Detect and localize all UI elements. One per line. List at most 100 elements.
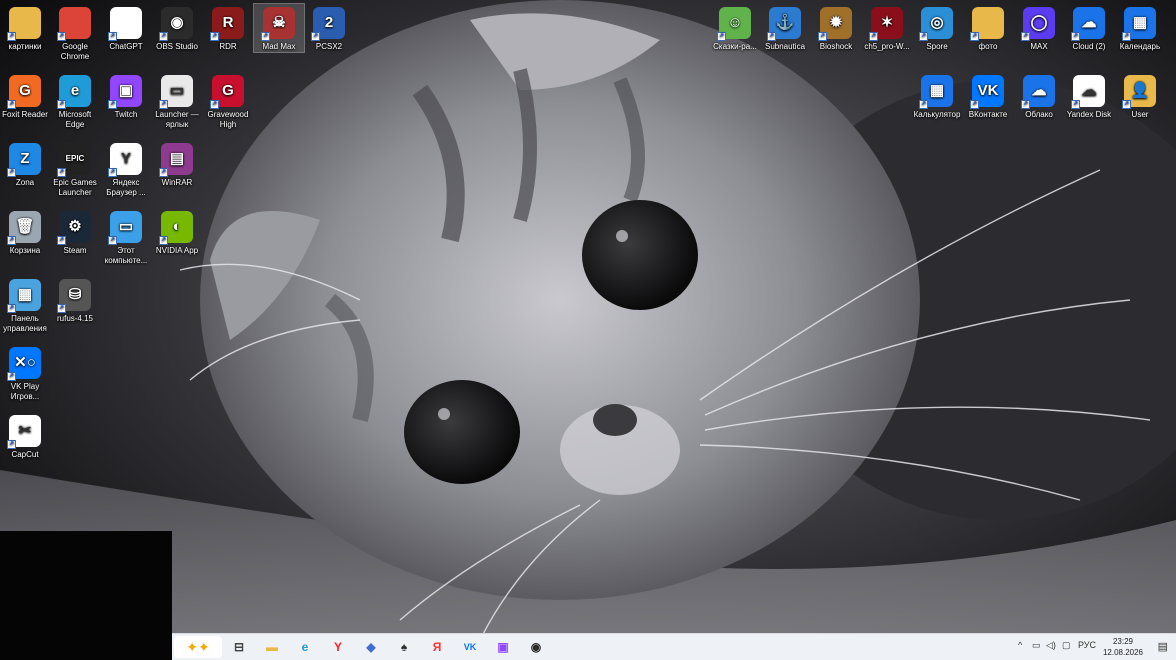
desktop-icon-gravewood[interactable]: G ↗ Gravewood High [203, 72, 253, 130]
desktop-icon-label: ch5_pro-W... [864, 42, 910, 51]
desktop-icon-cloud2[interactable]: ☁ ↗ Cloud (2) [1064, 4, 1114, 52]
taskbar-app-store[interactable]: ◆ [360, 638, 382, 656]
gravewood-icon: G ↗ [210, 75, 244, 109]
desktop-icon-label: Gravewood High [207, 110, 249, 129]
chevron-up-icon[interactable]: ^ [1018, 640, 1022, 650]
cloud-icon: ☁ ↗ [1071, 7, 1105, 41]
vk-icon: VK [463, 642, 477, 652]
epic-icon: EPIC ↗ [57, 143, 91, 177]
copilot-search-button[interactable]: ✦✦ [174, 636, 222, 658]
taskbar-app-task-view[interactable]: ⊟ [228, 638, 250, 656]
desktop-icon-ch5pro[interactable]: ✶ ↗ ch5_pro-W... [862, 4, 912, 52]
desktop-icon-launcher[interactable]: ▭ ↗ Launcher — ярлык [152, 72, 202, 130]
shortcut-arrow-icon: ↗ [970, 100, 979, 109]
desktop-icon-kartinki[interactable]: ↗ картинки [0, 4, 50, 52]
clock-date[interactable]: 12.08.2026 [1098, 648, 1148, 657]
desktop-icon-label: Панель управления [3, 314, 47, 333]
desktop-icon-label: PCSX2 [315, 42, 343, 51]
taskbar-app-solitaire[interactable]: ♠ [393, 638, 415, 656]
capcut-icon: ✂ ↗ [7, 415, 41, 449]
desktop-icon-label: ВКонтакте [968, 110, 1008, 119]
yandex-browser-icon: Я [432, 640, 442, 654]
clock-time[interactable]: 23:29 [1098, 637, 1148, 646]
desktop-icon-spore[interactable]: ◎ ↗ Spore [912, 4, 962, 52]
desktop-icon-obs[interactable]: ◉ ↗ OBS Studio [152, 4, 202, 52]
desktop-icon-label: Mad Max [262, 42, 296, 51]
desktop-icon-foto[interactable]: ↗ фото [963, 4, 1013, 52]
desktop-icon-max[interactable]: ◯ ↗ MAX [1014, 4, 1064, 52]
desktop-icon-rdr[interactable]: R ↗ RDR [203, 4, 253, 52]
shortcut-arrow-icon: ↗ [7, 32, 16, 41]
desktop-icon-label: Foxit Reader [2, 110, 48, 119]
vkplay-icon: ✕○ ↗ [7, 347, 41, 381]
language-indicator[interactable]: РУС [1078, 640, 1096, 650]
desktop-icon-twitch[interactable]: ▣ ↗ Twitch [101, 72, 151, 120]
desktop-icon-rufus[interactable]: ⛁ ↗ rufus-4.15 [50, 276, 100, 324]
launcher-icon: ▭ ↗ [159, 75, 193, 109]
desktop-icon-label: Yandex Disk [1066, 110, 1112, 119]
steam-icon: ⚙ ↗ [57, 211, 91, 245]
desktop-icon-edge[interactable]: e ↗ Microsoft Edge [50, 72, 100, 130]
yandex-icon: Y ↗ [108, 143, 142, 177]
folder-icon: ↗ [7, 7, 41, 41]
shortcut-arrow-icon: ↗ [159, 168, 168, 177]
desktop-icon-yandex-browser[interactable]: Y ↗ Яндекс Браузер ... [101, 140, 151, 198]
desktop-icon-trash[interactable]: 🗑 ↗ Корзина [0, 208, 50, 256]
desktop-icon-oblako[interactable]: ☁ ↗ Облако [1014, 72, 1064, 120]
shortcut-arrow-icon: ↗ [1021, 100, 1030, 109]
desktop-icon-epic[interactable]: EPIC ↗ Epic Games Launcher [50, 140, 100, 198]
taskbar-app-obs[interactable]: ◉ [525, 638, 547, 656]
desktop-icon-vkplay[interactable]: ✕○ ↗ VK Play Игров... [0, 344, 50, 402]
desktop-icon-capcut[interactable]: ✂ ↗ CapCut [0, 412, 50, 460]
desktop-icon-chrome[interactable]: ↗ Google Chrome [50, 4, 100, 62]
shortcut-arrow-icon: ↗ [57, 100, 66, 109]
shortcut-arrow-icon: ↗ [311, 32, 320, 41]
desktop-icon-zona[interactable]: Z ↗ Zona [0, 140, 50, 188]
desktop-icon-calendar[interactable]: ▦ ↗ Календарь [1115, 4, 1165, 52]
desktop-icon-foxit[interactable]: G ↗ Foxit Reader [0, 72, 50, 120]
desktop-icon-label: CapCut [11, 450, 39, 459]
taskbar-app-twitch[interactable]: ▣ [492, 638, 514, 656]
network-icon[interactable]: ▢ [1062, 640, 1071, 651]
desktop-icon-skazki[interactable]: ☺ ↗ Сказки-ра... [710, 4, 760, 52]
desktop-icon-label: Twitch [114, 110, 138, 119]
volume-icon[interactable]: ◁) [1046, 640, 1056, 651]
desktop-icon-bioshock[interactable]: ✹ ↗ Bioshock [811, 4, 861, 52]
calculator-icon: ▦ ↗ [919, 75, 953, 109]
shortcut-arrow-icon: ↗ [210, 100, 219, 109]
taskbar-app-vk[interactable]: VK [459, 638, 481, 656]
shortcut-arrow-icon: ↗ [159, 100, 168, 109]
taskbar-app-yabrowser[interactable]: Я [426, 638, 448, 656]
desktop-icon-nvidia[interactable]: ◐ ↗ NVIDIA App [152, 208, 202, 256]
desktop-icon-madmax[interactable]: ☠ ↗ Mad Max [253, 3, 305, 53]
shortcut-arrow-icon: ↗ [210, 32, 219, 41]
desktop-icon-label: WinRAR [161, 178, 193, 187]
battery-icon[interactable]: ▭ [1032, 640, 1041, 651]
desktop-icon-subnautica[interactable]: ⚓ ↗ Subnautica [760, 4, 810, 52]
desktop-icon-vk[interactable]: VK ↗ ВКонтакте [963, 72, 1013, 120]
desktop-icon-label: Яндекс Браузер ... [106, 178, 146, 197]
taskbar-app-edge[interactable]: e [294, 638, 316, 656]
shortcut-arrow-icon: ↗ [57, 236, 66, 245]
desktop-icon-calculator[interactable]: ▦ ↗ Калькулятор [912, 72, 962, 120]
taskbar-app-yandex[interactable]: Y [327, 638, 349, 656]
desktop-icon-pcsx2[interactable]: 2 ↗ PCSX2 [304, 4, 354, 52]
desktop-icon-panel[interactable]: ▦ ↗ Панель управления [0, 276, 50, 334]
chrome-icon: ↗ [57, 7, 91, 41]
skull-icon: ☠ ↗ [261, 7, 295, 41]
desktop-icon-user[interactable]: 👤 ↗ User [1115, 72, 1165, 120]
desktop-icon-winrar[interactable]: ▤ ↗ WinRAR [152, 140, 202, 188]
notifications-icon[interactable]: ▤ [1158, 640, 1168, 653]
desktop-icon-label: Календарь [1119, 42, 1161, 51]
taskbar-app-explorer[interactable]: ▬ [261, 638, 283, 656]
max-icon: ◯ ↗ [1021, 7, 1055, 41]
computer-icon: ▭ ↗ [108, 211, 142, 245]
desktop-icon-chatgpt[interactable]: ↗ ChatGPT [101, 4, 151, 52]
shortcut-arrow-icon: ↗ [1021, 32, 1030, 41]
desktop-icon-yadisk[interactable]: ☁ ↗ Yandex Disk [1064, 72, 1114, 120]
desktop-icon-thispc[interactable]: ▭ ↗ Этот компьюте... [101, 208, 151, 266]
rdr-icon: R ↗ [210, 7, 244, 41]
desktop-icon-label: VK Play Игров... [10, 382, 40, 401]
desktop-icon-steam[interactable]: ⚙ ↗ Steam [50, 208, 100, 256]
desktop-icon-label: Spore [926, 42, 948, 51]
